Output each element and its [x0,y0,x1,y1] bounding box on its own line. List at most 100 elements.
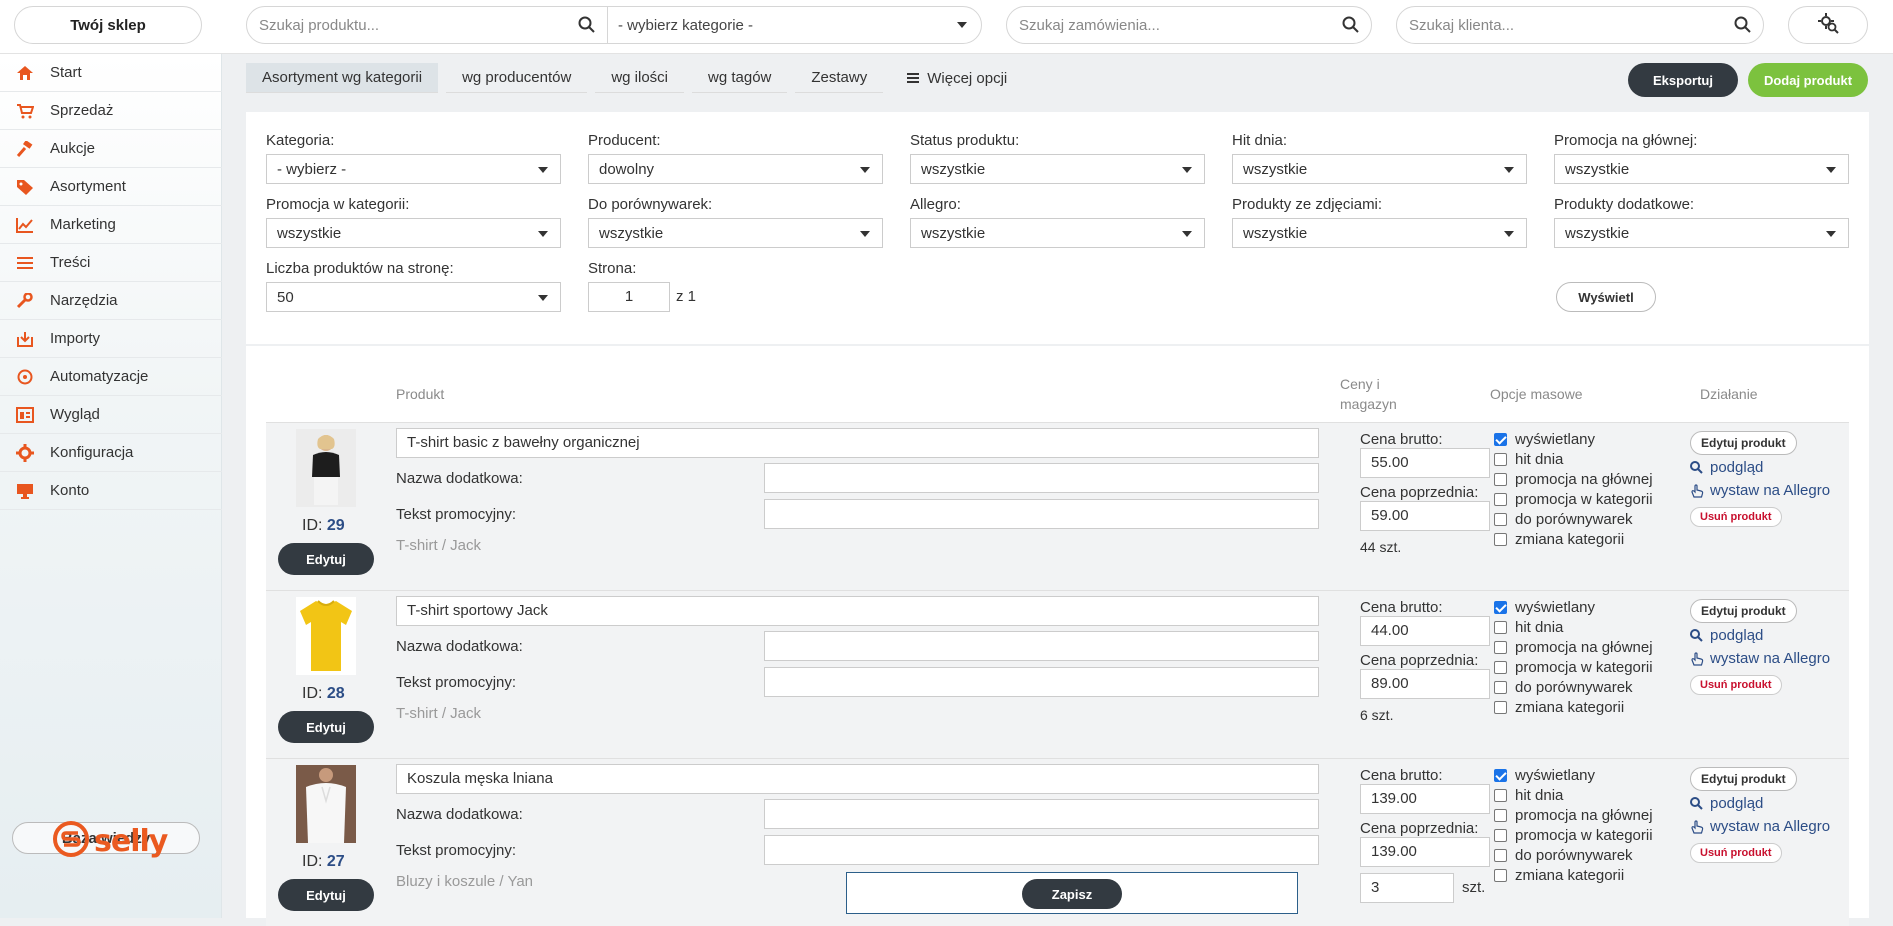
product-image[interactable] [296,597,356,675]
product-name-input[interactable]: T-shirt sportowy Jack [396,596,1319,626]
sidebar-item-wyglad[interactable]: Wygląd [0,396,222,434]
checkbox[interactable] [1494,661,1507,674]
product-image[interactable] [296,429,356,507]
option-promo-cat[interactable]: promocja w kategorii [1494,659,1653,676]
checkbox[interactable] [1494,513,1507,526]
filter-status-select[interactable]: wszystkie [910,154,1205,184]
edit-product-button[interactable]: Edytuj produkt [1690,767,1797,791]
filter-extra-select[interactable]: wszystkie [1554,218,1849,248]
checkbox[interactable] [1494,701,1507,714]
filter-hit-select[interactable]: wszystkie [1232,154,1527,184]
product-search-input[interactable]: Szukaj produktu... [247,17,567,34]
option-change-cat[interactable]: zmiana kategorii [1494,867,1624,884]
price-gross-input[interactable]: 44.00 [1360,616,1490,646]
tab-by-category[interactable]: Asortyment wg kategorii [246,63,439,93]
tab-by-quantity[interactable]: wg ilości [595,63,684,93]
option-visible[interactable]: wyświetlany [1494,431,1595,448]
edit-product-button[interactable]: Edytuj produkt [1690,431,1797,455]
filter-comparers-select[interactable]: wszystkie [588,218,883,248]
sidebar-item-konto[interactable]: Konto [0,472,222,510]
search-icon[interactable] [567,16,607,34]
edit-button[interactable]: Edytuj [278,543,374,575]
checkbox[interactable] [1494,869,1507,882]
option-visible[interactable]: wyświetlany [1494,599,1595,616]
add-product-button[interactable]: Dodaj produkt [1748,63,1868,97]
option-promo-main[interactable]: promocja na głównej [1494,471,1653,488]
shop-button[interactable]: Twój sklep [14,6,202,44]
delete-product-button[interactable]: Usuń produkt [1690,843,1782,863]
option-visible[interactable]: wyświetlany [1494,767,1595,784]
promo-text-input[interactable] [764,499,1319,529]
option-promo-main[interactable]: promocja na głównej [1494,639,1653,656]
option-change-cat[interactable]: zmiana kategorii [1494,531,1624,548]
filter-producer-select[interactable]: dowolny [588,154,883,184]
sidebar-item-narzedzia[interactable]: Narzędzia [0,282,222,320]
sidebar-item-sprzedaz[interactable]: Sprzedaż [0,92,222,130]
filter-photos-select[interactable]: wszystkie [1232,218,1527,248]
option-change-cat[interactable]: zmiana kategorii [1494,699,1624,716]
preview-link[interactable]: podgląd [1690,627,1763,644]
option-promo-cat[interactable]: promocja w kategorii [1494,491,1653,508]
price-gross-input[interactable]: 55.00 [1360,448,1490,478]
option-compare[interactable]: do porównywarek [1494,511,1633,528]
checkbox[interactable] [1494,641,1507,654]
client-search-input[interactable]: Szukaj klienta... [1397,17,1723,34]
order-search-input[interactable]: Szukaj zamówienia... [1007,17,1331,34]
filter-allegro-select[interactable]: wszystkie [910,218,1205,248]
show-button[interactable]: Wyświetl [1556,282,1656,312]
sidebar-item-tresci[interactable]: Treści [0,244,222,282]
product-image[interactable] [296,765,356,843]
checkbox[interactable] [1494,453,1507,466]
price-prev-input[interactable]: 89.00 [1360,669,1490,699]
checkbox[interactable] [1494,681,1507,694]
checkbox[interactable] [1494,829,1507,842]
checkbox[interactable] [1494,433,1507,446]
edit-button[interactable]: Edytuj [278,711,374,743]
sidebar-item-asortyment[interactable]: Asortyment [0,168,222,206]
save-button[interactable]: Zapisz [1022,879,1122,909]
checkbox[interactable] [1494,789,1507,802]
search-icon[interactable] [1723,16,1763,34]
preview-link[interactable]: podgląd [1690,459,1763,476]
option-compare[interactable]: do porównywarek [1494,679,1633,696]
delete-product-button[interactable]: Usuń produkt [1690,675,1782,695]
extra-name-input[interactable] [764,463,1319,493]
price-prev-input[interactable]: 139.00 [1360,837,1490,867]
settings-search-button[interactable] [1788,6,1868,44]
export-button[interactable]: Eksportuj [1628,63,1738,97]
checkbox[interactable] [1494,621,1507,634]
preview-link[interactable]: podgląd [1690,795,1763,812]
category-select[interactable]: - wybierz kategorie - [607,7,977,43]
filter-category-select[interactable]: - wybierz - [266,154,561,184]
option-promo-main[interactable]: promocja na głównej [1494,807,1653,824]
allegro-link[interactable]: wystaw na Allegro [1690,818,1830,835]
search-icon[interactable] [1331,16,1371,34]
checkbox[interactable] [1494,473,1507,486]
checkbox[interactable] [1494,849,1507,862]
option-hit[interactable]: hit dnia [1494,619,1563,636]
sidebar-item-aukcje[interactable]: Aukcje [0,130,222,168]
checkbox[interactable] [1494,493,1507,506]
filter-per-page-select[interactable]: 50 [266,282,561,312]
stock-input[interactable]: 3 [1360,873,1454,903]
sidebar-item-importy[interactable]: Importy [0,320,222,358]
product-name-input[interactable]: T-shirt basic z bawełny organicznej [396,428,1319,458]
checkbox[interactable] [1494,809,1507,822]
extra-name-input[interactable] [764,799,1319,829]
tab-by-tags[interactable]: wg tagów [692,63,788,93]
allegro-link[interactable]: wystaw na Allegro [1690,482,1830,499]
option-hit[interactable]: hit dnia [1494,787,1563,804]
sidebar-item-start[interactable]: Start [0,54,222,92]
price-prev-input[interactable]: 59.00 [1360,501,1490,531]
filter-promo-main-select[interactable]: wszystkie [1554,154,1849,184]
product-name-input[interactable]: Koszula męska lniana [396,764,1319,794]
filter-promo-cat-select[interactable]: wszystkie [266,218,561,248]
page-number-input[interactable]: 1 [588,282,670,312]
promo-text-input[interactable] [764,835,1319,865]
tab-more-options[interactable]: Więcej opcji [891,63,1023,93]
tab-sets[interactable]: Zestawy [795,63,884,93]
tab-by-producer[interactable]: wg producentów [446,63,588,93]
allegro-link[interactable]: wystaw na Allegro [1690,650,1830,667]
checkbox[interactable] [1494,769,1507,782]
sidebar-item-automatyzacje[interactable]: Automatyzacje [0,358,222,396]
